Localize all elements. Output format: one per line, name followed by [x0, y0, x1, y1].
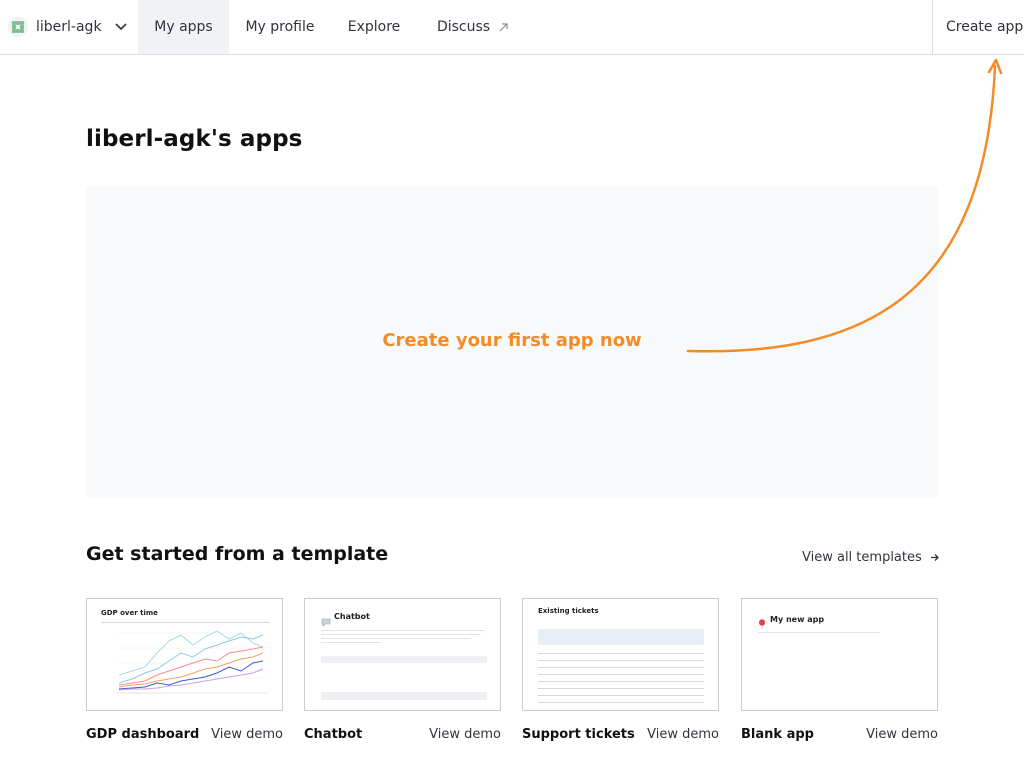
thumb-title: Existing tickets [538, 607, 599, 615]
template-name: GDP dashboard [86, 727, 200, 742]
view-all-label: View all templates [802, 550, 922, 565]
card-footer: Support tickets View demo [522, 721, 719, 751]
card-footer: Blank app View demo [741, 721, 938, 751]
view-demo-link[interactable]: View demo [211, 727, 283, 742]
thumb-table-row [538, 695, 704, 696]
balloon-icon [758, 614, 766, 633]
thumb-text-line [321, 638, 471, 639]
thumb-table-row [538, 688, 704, 689]
template-name: Blank app [741, 727, 814, 742]
card-footer: GDP dashboard View demo [86, 721, 283, 751]
template-card-gdp-dashboard[interactable]: GDP over time GDP dashboard View demo [86, 598, 283, 751]
template-card-blank-app[interactable]: My new app Blank app View demo [741, 598, 938, 751]
thumb-table-row [538, 681, 704, 682]
template-cards: GDP over time GDP dashboard View demo Ch… [86, 598, 938, 748]
template-card-chatbot[interactable]: Chatbot Chatbot View demo [304, 598, 501, 751]
card-footer: Chatbot View demo [304, 721, 501, 751]
thumb-text-line [321, 642, 381, 643]
template-thumbnail[interactable]: Chatbot [304, 598, 501, 711]
thumb-table-row [538, 667, 704, 668]
thumb-table-row [538, 674, 704, 675]
line-chart-thumbnail [117, 630, 267, 694]
thumb-text-line [321, 630, 485, 631]
view-demo-link[interactable]: View demo [647, 727, 719, 742]
thumb-title: My new app [770, 615, 825, 624]
thumb-info-box [538, 629, 704, 645]
arrow-right-icon [930, 551, 939, 565]
thumb-title: GDP over time [101, 609, 158, 617]
speech-bubble-icon [321, 612, 331, 631]
template-name: Support tickets [522, 727, 635, 742]
templates-section-title: Get started from a template [86, 543, 389, 565]
view-all-templates-link[interactable]: View all templates [802, 550, 939, 565]
thumb-table-row [538, 702, 704, 703]
thumb-title: Chatbot [334, 612, 370, 621]
template-card-support-tickets[interactable]: Existing tickets Support tickets View de… [522, 598, 719, 751]
view-demo-link[interactable]: View demo [429, 727, 501, 742]
thumb-api-key-field [321, 656, 487, 663]
thumb-text-line [758, 632, 880, 633]
template-thumbnail[interactable]: My new app [741, 598, 938, 711]
thumb-table-row [538, 653, 704, 654]
template-thumbnail[interactable]: Existing tickets [522, 598, 719, 711]
thumb-table-row [538, 660, 704, 661]
view-demo-link[interactable]: View demo [866, 727, 938, 742]
template-name: Chatbot [304, 727, 363, 742]
thumb-chat-input [321, 692, 487, 700]
thumb-text-line [321, 634, 481, 635]
template-thumbnail[interactable]: GDP over time [86, 598, 283, 711]
